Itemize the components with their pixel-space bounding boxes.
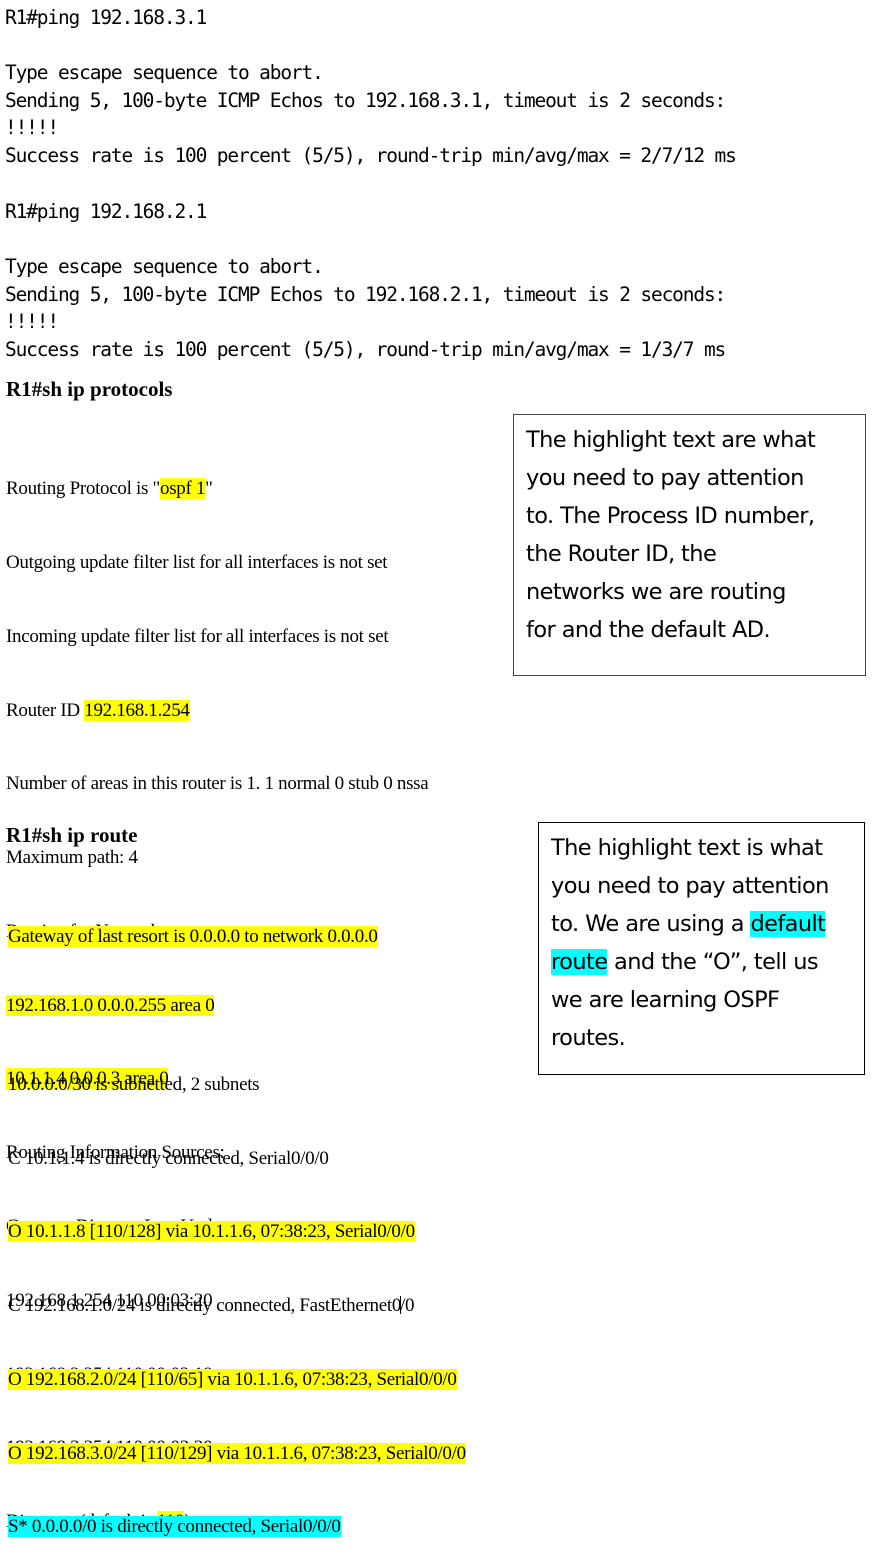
ospf-route-highlight: O 10.1.1.8 [110/128] via 10.1.1.6, 07:38… — [8, 1221, 415, 1243]
route-entry: O 10.1.1.8 [110/128] via 10.1.1.6, 07:38… — [8, 1220, 466, 1245]
route-output: Gateway of last resort is 0.0.0.0 to net… — [8, 876, 466, 1565]
route-entry-text-end: /0 — [400, 1295, 415, 1317]
gateway-line: Gateway of last resort is 0.0.0.0 to net… — [8, 925, 466, 950]
note-line: for and the default AD. — [526, 617, 771, 643]
ospf-route-highlight: O 192.168.3.0/24 [110/129] via 10.1.1.6,… — [8, 1442, 466, 1464]
routing-protocol-line: Routing Protocol is "ospf 1" — [6, 477, 428, 502]
note-line: to. The Process ID number, — [526, 503, 815, 529]
routing-protocol-label: Routing Protocol is " — [6, 478, 160, 500]
ping2-sending-line: Sending 5, 100-byte ICMP Echos to 192.16… — [5, 283, 726, 306]
annotation-box-protocols: The highlight text are what you need to … — [513, 414, 866, 676]
ping1-escape-line: Type escape sequence to abort. — [5, 61, 324, 84]
route-entry-text: C 192.168.1.0/24 is directly connected, … — [8, 1295, 402, 1317]
annotation-box-route: The highlight text is what you need to p… — [538, 822, 865, 1075]
ping2-replies: !!!!! — [5, 310, 59, 333]
route-entry: S* 0.0.0.0/0 is directly connected, Seri… — [8, 1515, 466, 1540]
route-command-heading: R1#sh ip route — [6, 823, 138, 847]
note-line: route and the “O”, tell us — [551, 943, 852, 981]
ping1-command: R1#ping 192.168.3.1 — [5, 6, 207, 29]
note-text: to. We are using a — [551, 911, 751, 937]
routing-protocol-suffix: " — [205, 478, 213, 500]
router-id-label: Router ID — [6, 699, 85, 721]
note-line: routes. — [551, 1025, 626, 1051]
ping2-success-line: Success rate is 100 percent (5/5), round… — [5, 338, 726, 361]
gateway-highlight: Gateway of last resort is 0.0.0.0 to net… — [8, 926, 378, 948]
note-line: you need to pay attention — [526, 465, 804, 491]
note-line: networks we are routing — [526, 579, 786, 605]
note-line: The highlight text is what — [551, 835, 823, 861]
default-route-highlight: S* 0.0.0.0/0 is directly connected, Seri… — [8, 1516, 341, 1538]
incoming-filter-line: Incoming update filter list for all inte… — [6, 625, 389, 647]
ping1-success-line: Success rate is 100 percent (5/5), round… — [5, 144, 737, 167]
note-line: to. We are using a default — [551, 905, 852, 943]
note-line: the Router ID, the — [526, 541, 717, 567]
outgoing-filter-line: Outgoing update filter list for all inte… — [6, 551, 388, 573]
note-line: The highlight text are what — [526, 427, 816, 453]
default-route-term-highlight: route — [551, 949, 608, 975]
areas-line: Number of areas in this router is 1. 1 n… — [6, 773, 429, 795]
router-id-highlight: 192.168.1.254 — [84, 699, 190, 721]
note-text: and the “O”, tell us — [607, 949, 819, 975]
route-entry: O 192.168.3.0/24 [110/129] via 10.1.1.6,… — [8, 1442, 466, 1467]
note-line: you need to pay attention — [551, 873, 829, 899]
router-id-line: Router ID 192.168.1.254 — [6, 699, 428, 724]
subnetted-line: 10.0.0.0/30 is subnetted, 2 subnets — [8, 1073, 260, 1095]
max-path-line: Maximum path: 4 — [6, 847, 138, 869]
ospf-route-highlight: O 192.168.2.0/24 [110/65] via 10.1.1.6, … — [8, 1368, 457, 1390]
route-entry: C 192.168.1.0/24 is directly connected, … — [8, 1294, 466, 1319]
note-line: we are learning OSPF — [551, 987, 780, 1013]
ping1-replies: !!!!! — [5, 116, 59, 139]
route-entry: C 10.1.1.4 is directly connected, Serial… — [8, 1147, 329, 1169]
ping2-command: R1#ping 192.168.2.1 — [5, 200, 207, 223]
ping1-sending-line: Sending 5, 100-byte ICMP Echos to 192.16… — [5, 89, 726, 112]
protocols-command-heading: R1#sh ip protocols — [6, 377, 173, 401]
ping2-escape-line: Type escape sequence to abort. — [5, 255, 324, 278]
route-entry: O 192.168.2.0/24 [110/65] via 10.1.1.6, … — [8, 1368, 466, 1393]
default-route-term-highlight: default — [750, 911, 826, 937]
process-id-highlight: ospf 1 — [160, 478, 206, 500]
